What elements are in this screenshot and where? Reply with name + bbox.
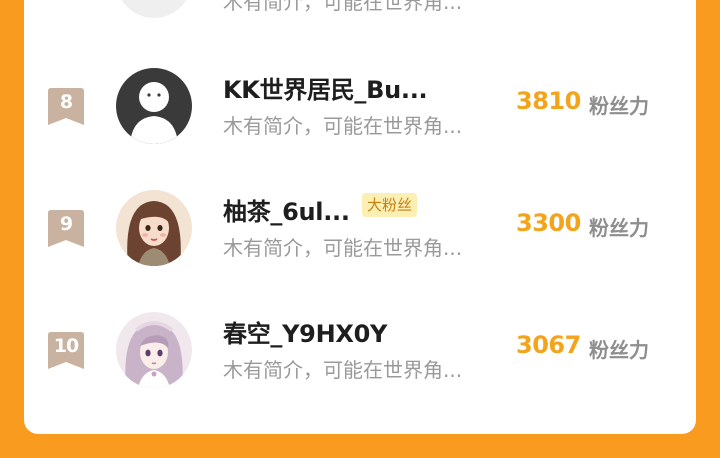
fan-power-label: 粉丝力	[589, 94, 649, 118]
user-name[interactable]: 柚茶_6ul...	[223, 192, 350, 227]
fan-power-label: 粉丝力	[589, 216, 649, 240]
fan-power-score: 3067	[516, 331, 581, 359]
rank-number: 10	[53, 335, 79, 357]
ranking-row[interactable]: 9 柚茶_6ul... 大粉丝 木有简介，可能在世界角... 3300 粉丝力	[24, 179, 696, 279]
big-fan-badge: 大粉丝	[362, 193, 418, 217]
intro-text: 木有简介，可能在世界角...	[223, 236, 463, 260]
rank-ribbon-icon: 8	[48, 88, 84, 126]
fan-power-score: 3810	[516, 87, 581, 115]
avatar	[116, 0, 192, 18]
fan-power-label: 粉丝力	[589, 338, 649, 362]
anime-girl-avatar[interactable]	[116, 312, 192, 388]
default-silhouette-avatar[interactable]	[116, 68, 192, 144]
rank-ribbon-icon: 10	[48, 332, 84, 370]
user-name[interactable]: 春空_Y9HX0Y	[223, 314, 387, 349]
intro-text: 木有简介，可能在世界角...	[223, 0, 463, 14]
ranking-row[interactable]: 8 KK世界居民_Bu... 木有简介，可能在世界角... 3810 粉丝力	[24, 57, 696, 157]
fan-power-score: 3300	[516, 209, 581, 237]
rank-number: 9	[59, 213, 73, 235]
fan-ranking-card: 木有简介，可能在世界角... 8 KK世界居民_Bu... 木有简介，可能在世界…	[24, 0, 696, 434]
girl-illustration-avatar[interactable]	[116, 190, 192, 266]
ranking-row[interactable]: 10 春空_Y9HX0Y 木有简介，可能在世界角... 3067 粉丝力	[24, 301, 696, 401]
rank-ribbon-icon: 9	[48, 210, 84, 248]
intro-text: 木有简介，可能在世界角...	[223, 358, 463, 382]
rank-number: 8	[59, 91, 73, 113]
intro-text: 木有简介，可能在世界角...	[223, 114, 463, 138]
user-name[interactable]: KK世界居民_Bu...	[223, 70, 428, 105]
